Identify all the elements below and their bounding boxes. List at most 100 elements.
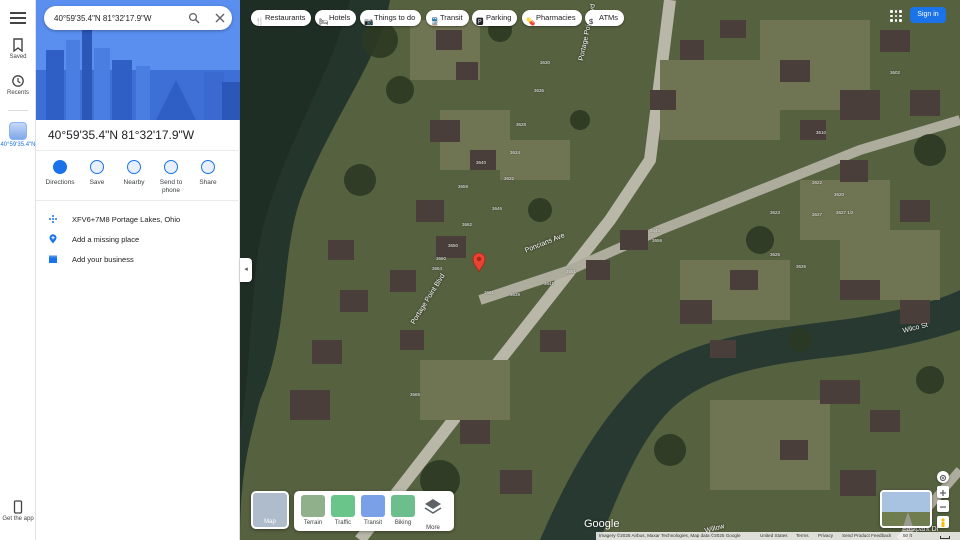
biking-layer-button[interactable]: Biking [390, 495, 416, 526]
hero-illustration [36, 0, 240, 120]
add-place-row[interactable]: Add a missing place [48, 231, 228, 247]
divider [36, 150, 240, 151]
chip-pharmacies[interactable]: 💊 Pharmacies [522, 10, 582, 26]
house-number: 3640 [476, 160, 487, 165]
search-icon[interactable] [188, 12, 200, 24]
chip-label: ATMs [599, 13, 619, 22]
house-number: 3632 [504, 176, 515, 181]
share-label: Share [199, 179, 217, 186]
search-box [44, 6, 232, 30]
bookmark-icon [90, 160, 104, 174]
scale-label[interactable]: 50 ft [903, 532, 912, 540]
location-pin-icon[interactable] [472, 252, 486, 272]
save-button[interactable]: Save [79, 160, 115, 187]
apps-grid-icon[interactable] [890, 10, 902, 22]
sign-in-button[interactable]: Sign in [910, 7, 946, 23]
restaurant-icon: 🍴 [255, 17, 265, 26]
house-number: 3602 [890, 70, 901, 75]
layer-options: Terrain Traffic Transit Biking More [294, 491, 454, 531]
recent-coordinate-item[interactable]: 40°59'35.4"N [0, 122, 36, 149]
pegman-icon[interactable] [937, 516, 949, 528]
more-layers-button[interactable]: More [420, 495, 446, 531]
collapse-panel-button[interactable]: ◂ [240, 258, 252, 282]
minus-icon [940, 506, 946, 508]
share-icon [201, 160, 215, 174]
house-number: 3665 [410, 392, 421, 397]
chip-label: Parking [486, 13, 512, 22]
chip-label: Pharmacies [536, 13, 576, 22]
chip-parking[interactable]: 🅿 Parking [472, 10, 518, 26]
saved-button[interactable]: Saved [0, 38, 36, 61]
layer-label: Traffic [334, 520, 352, 526]
camera-icon: 📷 [364, 17, 374, 26]
traffic-icon [331, 495, 355, 517]
chip-restaurants[interactable]: 🍴 Restaurants [251, 10, 312, 26]
close-icon[interactable] [214, 12, 226, 24]
phone-icon [164, 160, 178, 174]
recent-place-thumbnail [9, 122, 27, 140]
country-link[interactable]: United States [760, 532, 788, 540]
my-location-icon[interactable] [937, 471, 949, 483]
transit-icon: 🚆 [430, 17, 440, 26]
terrain-icon [301, 495, 325, 517]
directions-button[interactable]: Directions [42, 160, 78, 187]
chip-hotels[interactable]: 🛏 Hotels [315, 10, 357, 26]
satellite-imagery [240, 0, 960, 540]
saved-label: Saved [9, 54, 27, 60]
add-business-row[interactable]: Add your business [48, 251, 228, 267]
house-number: 3646 [492, 206, 503, 211]
phone-icon [13, 500, 23, 514]
biking-icon [391, 495, 415, 517]
chip-label: Hotels [329, 13, 351, 22]
house-number: 3630 [540, 60, 551, 65]
add-place-text: Add a missing place [72, 235, 140, 244]
transit-layer-button[interactable]: Transit [360, 495, 386, 526]
share-button[interactable]: Share [190, 160, 226, 187]
terrain-layer-button[interactable]: Terrain [300, 495, 326, 526]
chip-atms[interactable]: $ ATMs [585, 10, 625, 26]
chip-transit[interactable]: 🚆 Transit [426, 10, 469, 26]
menu-icon[interactable] [9, 9, 27, 27]
plus-icon [940, 490, 946, 496]
nearby-label: Nearby [123, 179, 145, 186]
street-view-thumbnail [882, 492, 930, 526]
house-number: 3641 [544, 281, 555, 286]
divider [36, 200, 240, 201]
house-number: 3625 [770, 252, 781, 257]
nearby-button[interactable]: Nearby [116, 160, 152, 187]
traffic-layer-button[interactable]: Traffic [330, 495, 356, 526]
layer-label: More [426, 525, 440, 531]
directions-label: Directions [45, 179, 75, 186]
house-number: 3659 [458, 184, 469, 189]
zoom-in-button[interactable] [937, 486, 949, 498]
house-number: 3650 [448, 243, 459, 248]
recent-coordinate-label: 40°59'35.4"N [0, 142, 36, 148]
chip-label: Transit [440, 13, 463, 22]
bookmark-icon [13, 38, 23, 52]
terms-link[interactable]: Terms [796, 532, 809, 540]
recents-label: Recents [6, 90, 29, 96]
house-number: 3662 [462, 222, 473, 227]
feedback-link[interactable]: Send Product Feedback [842, 532, 891, 540]
house-number: 3623 [770, 210, 781, 215]
zoom-out-button[interactable] [937, 500, 949, 512]
layer-label: Terrain [303, 520, 323, 526]
house-number: 3661 [484, 290, 495, 295]
send-to-phone-button[interactable]: Send to phone [153, 160, 189, 195]
recents-button[interactable]: Recents [0, 74, 36, 97]
google-logo: Google [584, 518, 620, 530]
privacy-link[interactable]: Privacy [818, 532, 833, 540]
scale-bar [940, 536, 950, 539]
add-business-text: Add your business [72, 255, 134, 264]
satellite-map[interactable] [240, 0, 960, 540]
street-view-preview[interactable] [880, 490, 932, 528]
house-number: 3622 [812, 180, 823, 185]
map-layer-toggle[interactable]: Map [251, 491, 289, 529]
plus-code-row[interactable]: XFV6+7M8 Portage Lakes, Ohio [48, 211, 228, 227]
directions-icon [53, 160, 67, 174]
house-number: 3645 [650, 228, 661, 233]
chip-things-to-do[interactable]: 📷 Things to do [360, 10, 422, 26]
get-app-button[interactable]: Get the app [0, 500, 36, 523]
search-input[interactable] [54, 11, 174, 25]
imagery-attribution: Imagery ©2025 Airbus, Maxar Technologies… [599, 533, 741, 538]
